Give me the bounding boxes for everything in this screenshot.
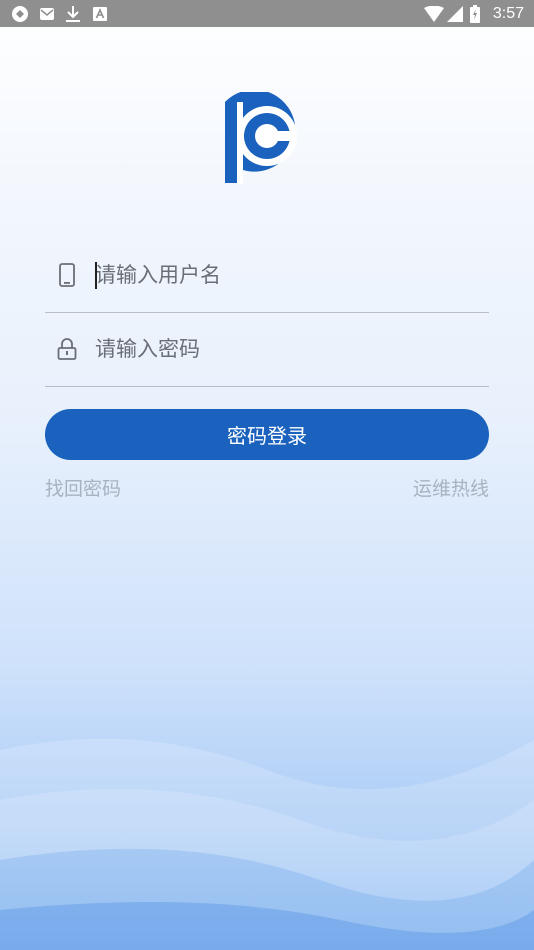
pc-logo (222, 89, 312, 184)
lock-icon (55, 312, 79, 386)
signal-icon (446, 0, 464, 27)
username-field (45, 238, 489, 313)
forgot-password-link[interactable]: 找回密码 (45, 474, 121, 501)
wifi-icon (424, 0, 444, 27)
login-button[interactable]: 密码登录 (45, 409, 489, 460)
hotline-link[interactable]: 运维热线 (413, 474, 489, 501)
phone-icon (55, 238, 79, 312)
status-bar: 3:57 (0, 0, 534, 27)
battery-icon (468, 0, 482, 27)
username-input[interactable] (95, 238, 475, 312)
download-icon (64, 0, 82, 27)
text-cursor (95, 262, 97, 289)
password-field (45, 312, 489, 387)
text-icon (92, 0, 108, 27)
password-input[interactable] (95, 312, 475, 386)
message-icon (38, 0, 56, 27)
status-time: 3:57 (492, 5, 524, 22)
background-wave (0, 738, 534, 950)
vpn-icon (10, 0, 30, 27)
